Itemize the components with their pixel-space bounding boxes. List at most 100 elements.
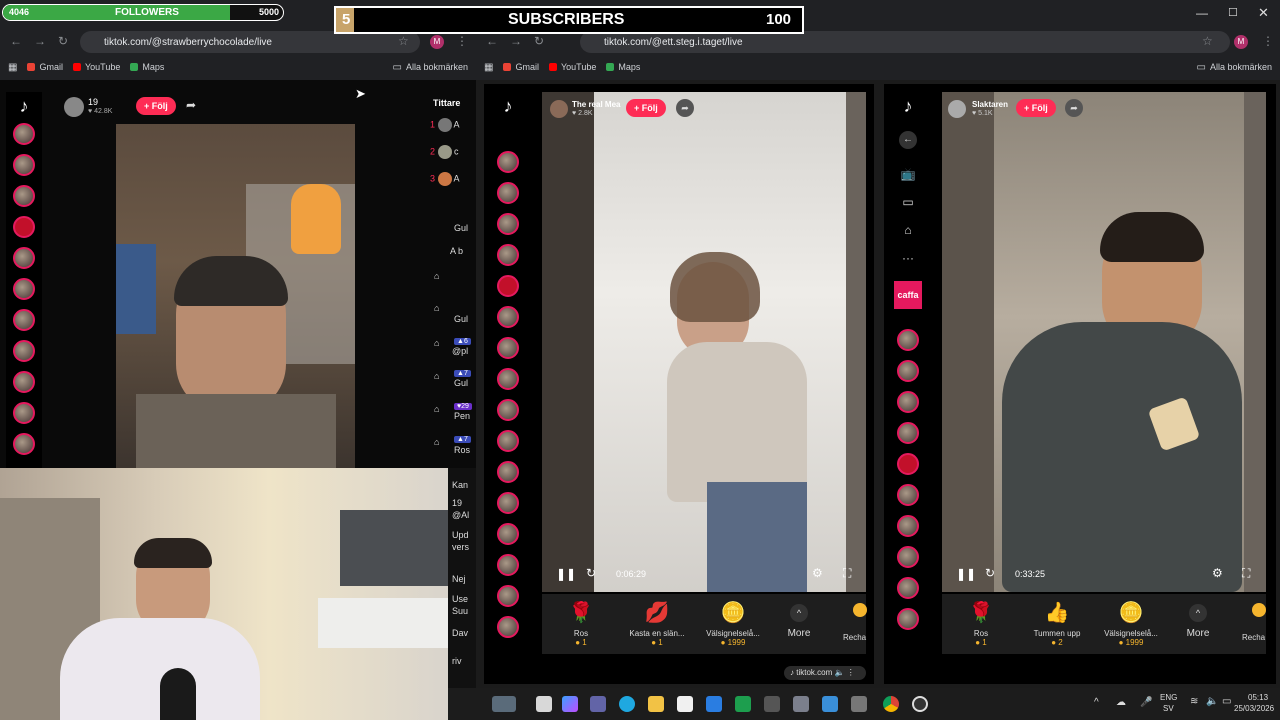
tiktok-logo-icon[interactable]: ♪ <box>890 96 926 117</box>
network-app-icon[interactable]: ☁ <box>1116 697 1126 708</box>
more-dots-icon[interactable]: ··· <box>890 251 926 265</box>
green-app-icon[interactable] <box>735 696 751 712</box>
cube-app-icon[interactable] <box>793 696 809 712</box>
live-avatar[interactable] <box>897 546 919 568</box>
mic-icon[interactable]: 🎤 <box>1140 697 1152 708</box>
wifi-icon[interactable]: ≋ <box>1190 696 1198 707</box>
apps-icon[interactable]: ▦ <box>484 62 493 73</box>
forward-icon[interactable]: → <box>510 34 522 48</box>
gift-gold-box[interactable]: 🪙 Välsignelselå... ● 1999 <box>698 600 768 647</box>
menu-icon[interactable]: ⋮ <box>456 34 468 48</box>
menu-icon[interactable]: ⋮ <box>1262 34 1274 48</box>
photos-icon[interactable] <box>822 696 838 712</box>
live-avatar[interactable] <box>497 337 519 359</box>
file-explorer-icon[interactable] <box>648 696 664 712</box>
msi-app-icon[interactable] <box>764 696 780 712</box>
start-icon[interactable] <box>536 696 552 712</box>
live-avatar[interactable] <box>497 554 519 576</box>
stream1-host-avatar[interactable] <box>550 100 568 118</box>
home-icon[interactable]: ⌂ <box>890 223 926 237</box>
close-icon[interactable]: ✕ <box>1258 5 1269 21</box>
follow-button[interactable]: + Följ <box>136 97 176 115</box>
reload-icon[interactable]: ↻ <box>534 34 544 48</box>
stream1-follow-button[interactable]: + Följ <box>626 99 666 117</box>
stream2-follow-button[interactable]: + Följ <box>1016 99 1056 117</box>
live-avatar[interactable] <box>897 515 919 537</box>
live-avatar[interactable] <box>497 182 519 204</box>
volume-icon[interactable]: 🔈 <box>1206 696 1218 707</box>
live-avatar[interactable] <box>13 123 35 145</box>
live-avatar[interactable] <box>897 577 919 599</box>
tray-chevron-icon[interactable]: ^ <box>1094 697 1099 708</box>
bookmark-youtube[interactable]: YouTube <box>72 62 120 72</box>
profile-avatar[interactable]: M <box>430 35 444 49</box>
stream1-video[interactable] <box>542 92 866 592</box>
live-avatar[interactable] <box>497 523 519 545</box>
settings-icon[interactable]: ⚙ <box>812 566 823 580</box>
live-avatar[interactable] <box>897 453 919 475</box>
volume-icon[interactable]: 🔈 <box>834 668 844 677</box>
edge-icon[interactable] <box>619 696 635 712</box>
recharge-button[interactable]: Recha <box>1242 633 1265 642</box>
widgets-icon[interactable] <box>492 696 516 712</box>
live-avatar[interactable] <box>13 402 35 424</box>
minimize-icon[interactable]: — <box>1196 6 1208 20</box>
bookmark-gmail[interactable]: Gmail <box>503 62 539 72</box>
live-avatar[interactable] <box>497 585 519 607</box>
live-avatar[interactable] <box>497 151 519 173</box>
lang-top[interactable]: ENG <box>1160 693 1177 702</box>
live-avatar[interactable] <box>13 340 35 362</box>
mail-icon[interactable] <box>706 696 722 712</box>
bookmark-star-icon[interactable]: ☆ <box>398 34 409 48</box>
chrome-icon[interactable] <box>883 696 899 712</box>
gift-kiss[interactable]: 💋 Kasta en slän... ● 1 <box>622 600 692 647</box>
gift-rose[interactable]: 🌹 Ros ● 1 <box>946 600 1016 647</box>
share-icon[interactable]: ➦ <box>676 99 694 117</box>
forward-icon[interactable]: → <box>34 34 46 48</box>
live-avatar[interactable] <box>497 616 519 638</box>
bookmark-star-icon[interactable]: ☆ <box>1202 34 1213 48</box>
tiktok-logo-icon[interactable]: ♪ <box>490 96 526 117</box>
live-tv-icon[interactable]: 📺 <box>890 167 926 181</box>
all-bookmarks[interactable]: ▭ Alla bokmärken <box>1197 62 1272 73</box>
stream2-host-avatar[interactable] <box>948 100 966 118</box>
live-avatar[interactable] <box>497 244 519 266</box>
gift-thumbs-up[interactable]: 👍 Tummen upp ● 2 <box>1022 600 1092 647</box>
share-icon[interactable]: ➦ <box>1065 99 1083 117</box>
more-dots-icon[interactable]: ⋮ <box>847 668 855 677</box>
fullscreen-icon[interactable]: ⛶ <box>1242 566 1250 581</box>
rail-promo-badge[interactable]: caffa <box>894 281 922 309</box>
pause-icon[interactable]: ❚❚ <box>956 567 976 581</box>
back-icon[interactable]: ← <box>10 34 22 48</box>
teams-icon[interactable] <box>590 696 606 712</box>
right-address-bar[interactable]: tiktok.com/@ett.steg.i.taget/live <box>580 31 1230 53</box>
stream2-video[interactable] <box>942 92 1266 592</box>
live-avatar[interactable] <box>497 461 519 483</box>
bookmark-gmail[interactable]: Gmail <box>27 62 63 72</box>
back-arrow-icon[interactable]: ← <box>899 131 917 149</box>
host-avatar[interactable] <box>64 97 84 117</box>
replay-icon[interactable]: ↻ <box>586 566 596 580</box>
viewer-row[interactable]: 1 A <box>430 118 460 132</box>
left-address-bar[interactable]: tiktok.com/@strawberrychocolade/live <box>80 31 420 53</box>
reload-icon[interactable]: ↻ <box>58 34 68 48</box>
obs-icon[interactable] <box>912 696 928 712</box>
live-avatar[interactable] <box>13 216 35 238</box>
tiktok-logo-icon[interactable]: ♪ <box>6 96 42 117</box>
replay-icon[interactable]: ↻ <box>985 566 995 580</box>
bookmark-youtube[interactable]: YouTube <box>548 62 596 72</box>
recharge-button[interactable]: Recha <box>843 633 866 642</box>
gift-more-button[interactable]: ^ More <box>1173 604 1223 639</box>
profile-avatar[interactable]: M <box>1234 35 1248 49</box>
viewer-row[interactable]: 3 A <box>430 172 460 186</box>
live-avatar[interactable] <box>497 399 519 421</box>
live-avatar[interactable] <box>497 213 519 235</box>
live-avatar[interactable] <box>497 275 519 297</box>
battery-icon[interactable]: ▭ <box>1222 696 1231 707</box>
live-avatar[interactable] <box>13 185 35 207</box>
live-avatar[interactable] <box>497 306 519 328</box>
live-avatar[interactable] <box>13 278 35 300</box>
live-avatar[interactable] <box>497 368 519 390</box>
settings-app-icon[interactable] <box>851 696 867 712</box>
back-icon[interactable]: ← <box>486 34 498 48</box>
